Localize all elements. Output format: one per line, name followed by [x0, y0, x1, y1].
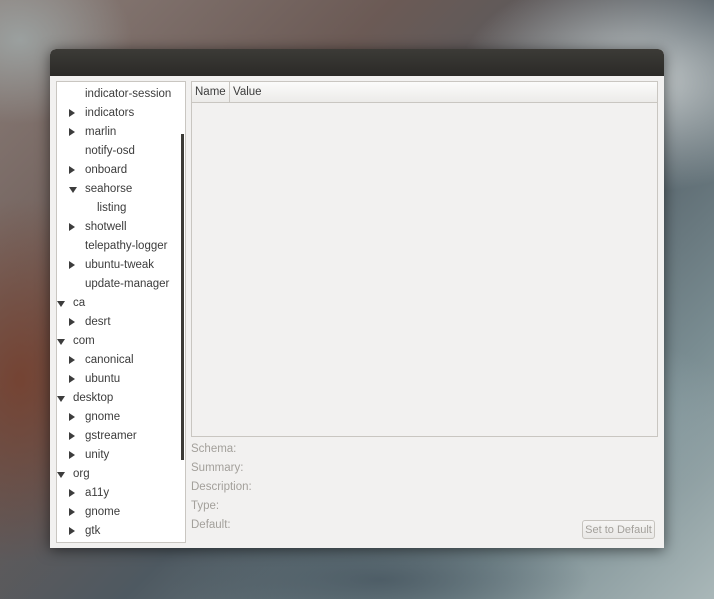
triangle-right-icon[interactable]	[69, 451, 75, 459]
tree-item-label: listing	[97, 202, 127, 214]
triangle-down-icon[interactable]	[57, 301, 65, 307]
tree-item-label: gnome	[85, 411, 121, 423]
tree-item[interactable]: ubuntu-tweak	[57, 256, 181, 275]
tree-item-label: gstreamer	[85, 430, 137, 442]
triangle-right-icon[interactable]	[69, 489, 75, 497]
triangle-right-icon[interactable]	[69, 413, 75, 421]
tree-item[interactable]: gnome	[57, 503, 181, 522]
tree-item[interactable]: a11y	[57, 484, 181, 503]
tree-item[interactable]: indicators	[57, 104, 181, 123]
tree-item-label: a11y	[85, 487, 110, 499]
tree-item[interactable]: ubuntu	[57, 370, 181, 389]
tree-item[interactable]: unity	[57, 446, 181, 465]
tree-item[interactable]: org	[57, 465, 181, 484]
tree-item-label: update-manager	[85, 278, 170, 290]
tree-item-label: canonical	[85, 354, 134, 366]
triangle-right-icon[interactable]	[69, 356, 75, 364]
tree-item[interactable]: listing	[57, 199, 181, 218]
tree-item-label: telepathy-logger	[85, 240, 168, 252]
tree-item[interactable]: shotwell	[57, 218, 181, 237]
tree-item-label: ubuntu	[85, 373, 121, 385]
triangle-down-icon[interactable]	[69, 187, 77, 193]
column-header-value[interactable]: Value	[230, 82, 262, 102]
triangle-right-icon[interactable]	[69, 166, 75, 174]
column-header-name[interactable]: Name	[192, 82, 230, 102]
tree-item[interactable]: marlin	[57, 123, 181, 142]
tree-item[interactable]: notify-osd	[57, 142, 181, 161]
tree-item-label: seahorse	[85, 183, 133, 195]
tree-item[interactable]: telepathy-logger	[57, 237, 181, 256]
tree-item[interactable]: gtk	[57, 522, 181, 541]
tree-item[interactable]: desrt	[57, 313, 181, 332]
title-bar[interactable]	[50, 49, 664, 76]
tree-item-label: onboard	[85, 164, 128, 176]
tree-item[interactable]: onboard	[57, 161, 181, 180]
triangle-down-icon[interactable]	[57, 396, 65, 402]
triangle-right-icon[interactable]	[69, 318, 75, 326]
triangle-right-icon[interactable]	[69, 128, 75, 136]
schema-label: Schema:	[191, 443, 237, 455]
triangle-right-icon[interactable]	[69, 432, 75, 440]
triangle-right-icon[interactable]	[69, 527, 75, 535]
tree-item-label: indicator-session	[85, 88, 172, 100]
schema-tree[interactable]: indicator-session indicators marlin notify-…	[56, 81, 186, 543]
tree-item[interactable]: seahorse	[57, 180, 181, 199]
tree-scrollbar[interactable]	[181, 134, 184, 460]
tree-item-label: ubuntu-tweak	[85, 259, 155, 271]
tree-item-label: gtk	[85, 525, 101, 537]
description-label: Description:	[191, 481, 252, 493]
triangle-right-icon[interactable]	[69, 261, 75, 269]
table-header: Name Value	[192, 82, 657, 103]
tree-item-label: notify-osd	[85, 145, 135, 157]
triangle-down-icon[interactable]	[57, 472, 65, 478]
tree-item[interactable]: ca	[57, 294, 181, 313]
tree-item-label: org	[73, 468, 90, 480]
tree-item-label: com	[73, 335, 95, 347]
tree-item-label: unity	[85, 449, 110, 461]
tree-item[interactable]: update-manager	[57, 275, 181, 294]
triangle-right-icon[interactable]	[69, 375, 75, 383]
tree-item[interactable]: indicator-session	[57, 85, 181, 104]
triangle-right-icon[interactable]	[69, 109, 75, 117]
tree-item-label: indicators	[85, 107, 135, 119]
triangle-right-icon[interactable]	[69, 223, 75, 231]
default-label: Default:	[191, 519, 231, 531]
tree-item-label: desrt	[85, 316, 111, 328]
type-label: Type:	[191, 500, 220, 512]
tree-item[interactable]: canonical	[57, 351, 181, 370]
triangle-down-icon[interactable]	[57, 339, 65, 345]
tree-item-label: shotwell	[85, 221, 127, 233]
tree-item-label: gnome	[85, 506, 121, 518]
summary-label: Summary:	[191, 462, 244, 474]
tree-item-label: ca	[73, 297, 86, 309]
tree-item[interactable]: gnome	[57, 408, 181, 427]
tree-item-label: desktop	[73, 392, 114, 404]
triangle-right-icon[interactable]	[69, 508, 75, 516]
dconf-editor-window: indicator-session indicators marlin notify-…	[50, 49, 664, 548]
tree-item-label: marlin	[85, 126, 117, 138]
tree-item[interactable]: gstreamer	[57, 427, 181, 446]
tree-item[interactable]: com	[57, 332, 181, 351]
tree-item[interactable]: desktop	[57, 389, 181, 408]
keys-table[interactable]: Name Value	[191, 81, 658, 437]
set-to-default-button[interactable]: Set to Default	[582, 520, 655, 539]
